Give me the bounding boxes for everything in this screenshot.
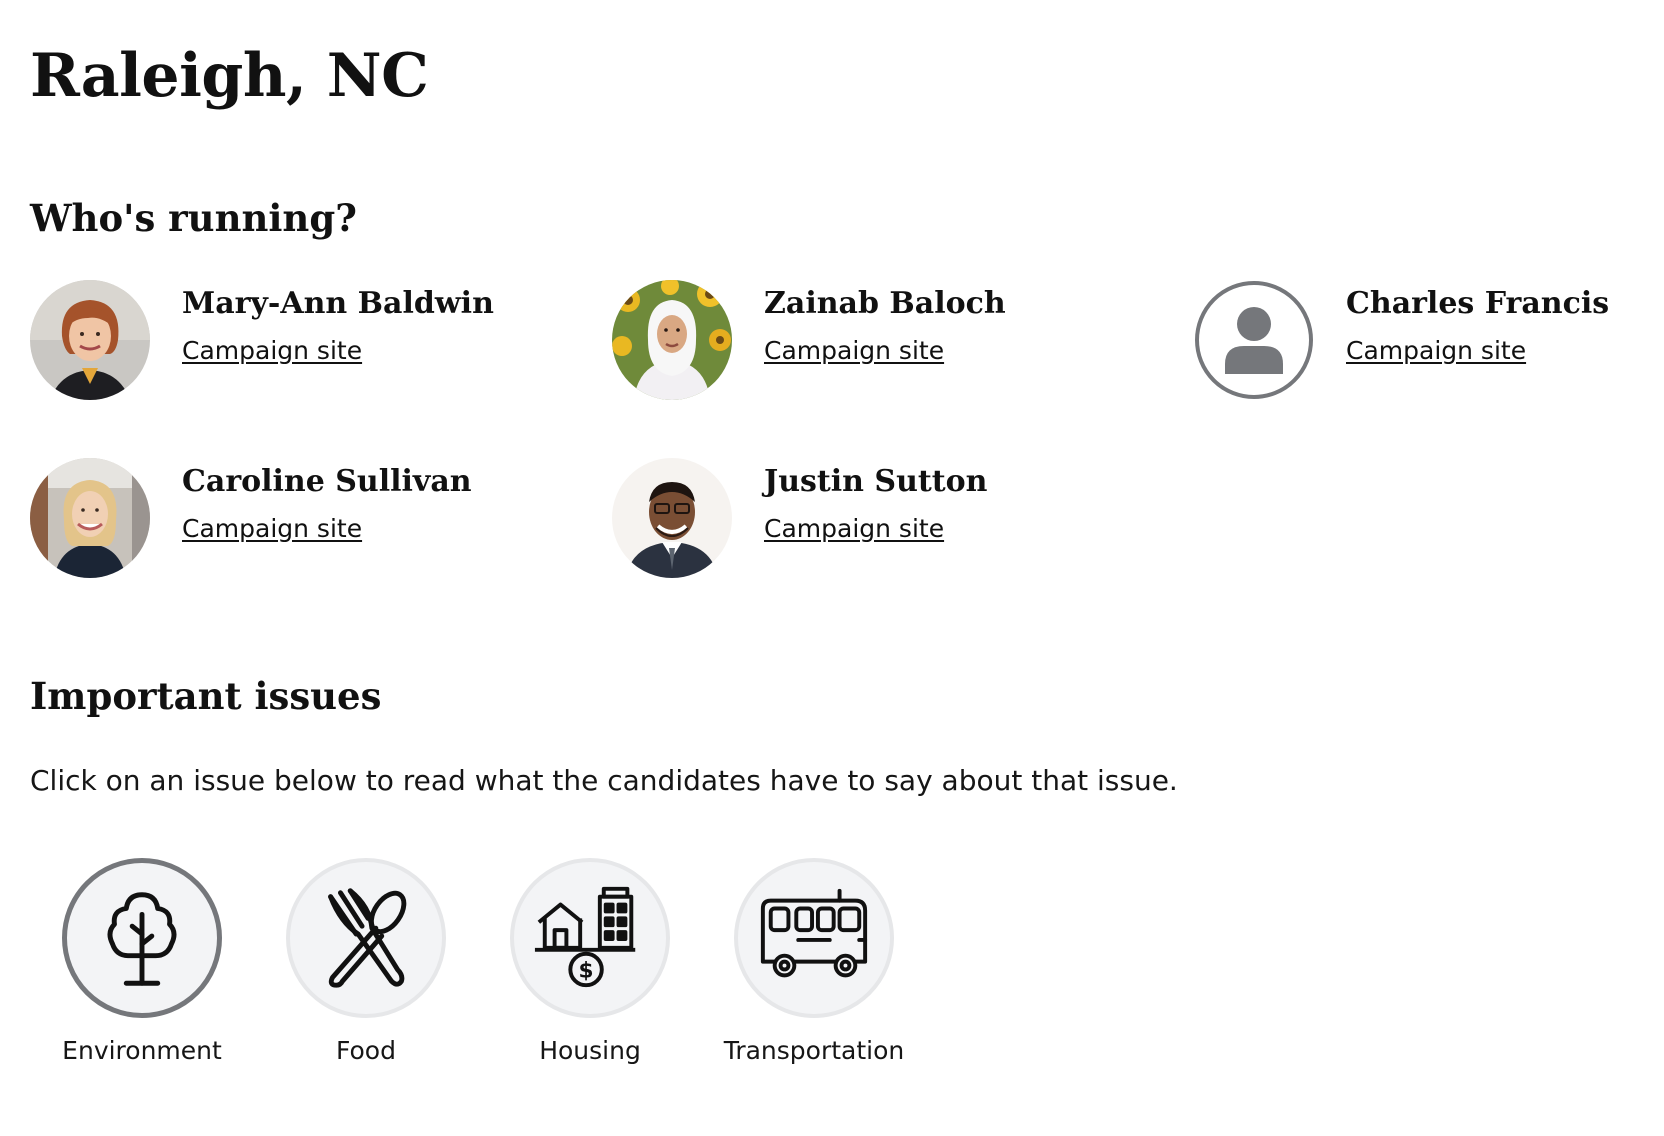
- candidate-photo: [30, 458, 150, 578]
- candidate-photo: [612, 280, 732, 400]
- candidate-photo: [612, 458, 732, 578]
- avatar-placeholder-icon: [1194, 280, 1314, 400]
- issues-intro: Click on an issue below to read what the…: [30, 764, 1178, 797]
- fork-spoon-icon: [328, 888, 407, 988]
- campaign-site-link[interactable]: Campaign site: [182, 334, 362, 368]
- svg-text:$: $: [579, 958, 594, 983]
- issue-circle[interactable]: [286, 858, 446, 1018]
- issue-label: Transportation: [723, 1036, 905, 1065]
- candidates-heading: Who's running?: [30, 196, 357, 240]
- candidate-name: Mary-Ann Baldwin: [182, 286, 494, 321]
- issue-circle[interactable]: [734, 858, 894, 1018]
- issue-environment-button[interactable]: Environment: [30, 858, 254, 1078]
- candidate-card: Charles Francis Campaign site: [1194, 280, 1664, 404]
- issue-label: Housing: [539, 1036, 641, 1065]
- housing-icon: $: [534, 886, 636, 988]
- candidate-photo: [30, 280, 150, 400]
- candidate-name: Charles Francis: [1346, 286, 1610, 321]
- candidate-card: Caroline Sullivan Campaign site: [30, 458, 590, 582]
- campaign-site-link[interactable]: Campaign site: [764, 512, 944, 546]
- issue-transportation-button[interactable]: Transportation: [702, 858, 926, 1078]
- candidate-card: Mary-Ann Baldwin Campaign site: [30, 280, 590, 404]
- issue-circle[interactable]: [62, 858, 222, 1018]
- campaign-site-link[interactable]: Campaign site: [764, 334, 944, 368]
- issue-label: Food: [336, 1036, 396, 1065]
- issues-heading: Important issues: [30, 674, 382, 718]
- issue-housing-button[interactable]: $ Housing: [478, 858, 702, 1078]
- bus-icon: [760, 888, 868, 978]
- campaign-site-link[interactable]: Campaign site: [1346, 334, 1526, 368]
- candidate-card: Justin Sutton Campaign site: [612, 458, 1172, 582]
- issue-label: Environment: [62, 1036, 222, 1065]
- page-title: Raleigh, NC: [30, 41, 429, 111]
- candidate-name: Justin Sutton: [764, 464, 988, 499]
- candidate-card: Zainab Baloch Campaign site: [612, 280, 1172, 404]
- candidate-name: Zainab Baloch: [764, 286, 1006, 321]
- tree-icon: [107, 892, 177, 986]
- candidate-name: Caroline Sullivan: [182, 464, 472, 499]
- issue-food-button[interactable]: Food: [254, 858, 478, 1078]
- issue-circle[interactable]: $: [510, 858, 670, 1018]
- campaign-site-link[interactable]: Campaign site: [182, 512, 362, 546]
